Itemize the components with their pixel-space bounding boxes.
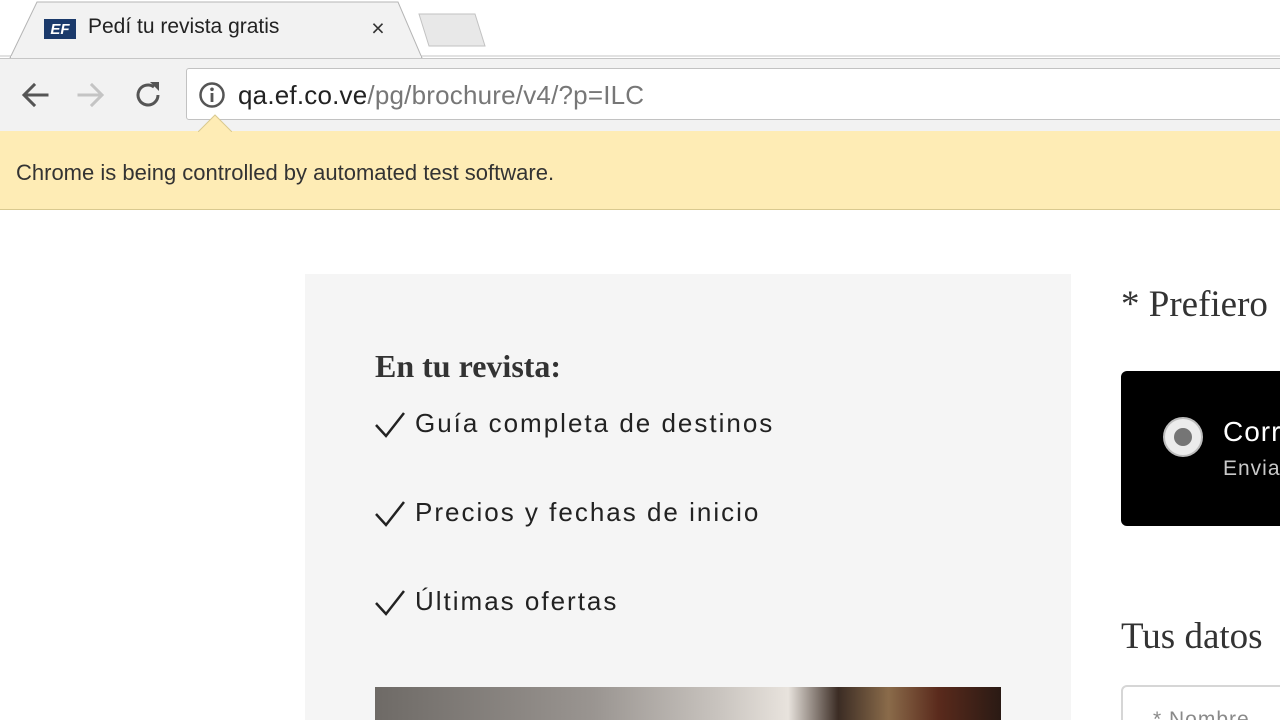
checkmark-icon	[375, 590, 405, 616]
tab-title: Pedí tu revista gratis	[88, 15, 280, 38]
radio-selected-dot	[1174, 428, 1192, 446]
benefit-text: Últimas ofertas	[415, 586, 619, 616]
option-subtitle: Envia	[1223, 457, 1280, 480]
details-heading: Tus datos	[1121, 616, 1263, 657]
tab-strip: EF Pedí tu revista gratis ×	[0, 0, 1280, 59]
infobar-message: Chrome is being controlled by automated …	[16, 160, 555, 185]
tab-close-icon[interactable]: ×	[365, 15, 391, 41]
automation-infobar: Chrome is being controlled by automated …	[0, 114, 1280, 210]
reload-icon[interactable]	[130, 77, 166, 113]
browser-toolbar: qa.ef.co.ve/pg/brochure/v4/?p=ILC	[0, 58, 1280, 131]
url-host: qa.ef.co.ve	[238, 80, 368, 110]
brochure-hero-image	[375, 687, 1001, 720]
benefit-text: Guía completa de destinos	[415, 408, 775, 438]
option-radio[interactable]	[1163, 417, 1203, 457]
url-path: /pg/brochure/v4/?p=ILC	[367, 80, 645, 110]
address-bar[interactable]: qa.ef.co.ve/pg/brochure/v4/?p=ILC	[186, 68, 1280, 120]
name-input[interactable]	[1121, 685, 1280, 720]
preference-label: * Prefiero	[1121, 284, 1268, 325]
ef-logo-icon: EF	[44, 19, 76, 39]
forward-arrow-icon[interactable]	[73, 77, 109, 113]
delivery-option-card[interactable]: Corr Envia	[1121, 371, 1280, 526]
infobar-pointer	[198, 114, 232, 132]
ef-logo-text: EF	[50, 21, 70, 38]
benefit-text: Precios y fechas de inicio	[415, 497, 761, 527]
option-title: Corr	[1223, 416, 1280, 447]
checkmark-icon	[375, 412, 405, 438]
url-text[interactable]: qa.ef.co.ve/pg/brochure/v4/?p=ILC	[238, 80, 644, 111]
new-tab-button[interactable]	[417, 13, 487, 47]
back-arrow-icon[interactable]	[17, 77, 53, 113]
benefits-title: En tu revista:	[375, 348, 562, 384]
benefits-panel: En tu revista: Guía completa de destinos…	[305, 274, 1071, 720]
checkmark-icon	[375, 501, 405, 527]
info-icon[interactable]	[198, 81, 226, 109]
